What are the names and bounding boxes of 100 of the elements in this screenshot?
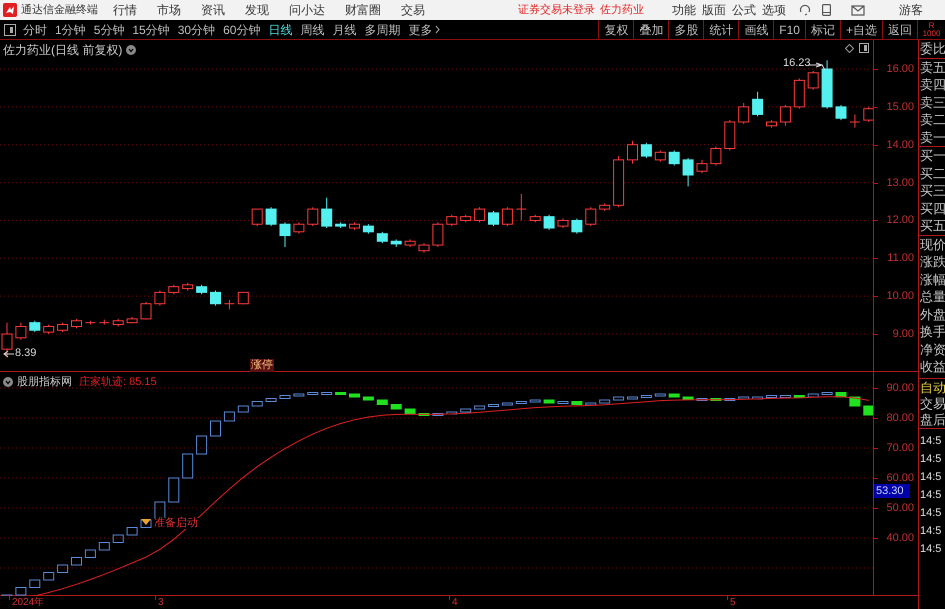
candlestick: [863, 106, 873, 122]
period-tab[interactable]: 分时: [23, 20, 47, 38]
candlestick: [196, 284, 208, 295]
menu-item[interactable]: 行情: [113, 2, 137, 18]
candlestick: [140, 301, 152, 320]
mail-icon[interactable]: [851, 4, 865, 16]
chart-title: 佐力药业(日线 前复权): [3, 42, 122, 59]
chevron-circle-icon[interactable]: [3, 377, 13, 388]
candlestick: [446, 214, 458, 227]
toolbar-button[interactable]: 多股: [668, 20, 704, 39]
limit-up-tag: 涨停: [250, 359, 274, 372]
toolbar-button[interactable]: F10: [773, 20, 805, 39]
candlestick: [460, 214, 472, 223]
quote-label: 买一: [920, 147, 945, 164]
phone-icon[interactable]: [822, 4, 831, 16]
candlestick: [280, 222, 290, 248]
mode-item[interactable]: 交易: [920, 396, 945, 412]
quote-label: 卖三: [920, 94, 945, 111]
indicator-bar: [362, 396, 374, 400]
user-label[interactable]: 游客: [899, 2, 923, 18]
menu-item[interactable]: 公式: [732, 2, 756, 18]
candlestick: [752, 91, 764, 117]
toolbar-button[interactable]: 叠加: [633, 20, 668, 39]
indicator-bar: [544, 400, 555, 404]
indicator-bar: [71, 557, 82, 566]
quote-label: 委比: [920, 40, 945, 58]
axis-label: 15.00: [886, 100, 914, 113]
quote-label: 涨幅: [920, 270, 945, 288]
candlestick: [224, 299, 235, 310]
indicator-bar: [210, 420, 221, 436]
menu-item[interactable]: 发现: [245, 2, 269, 18]
menu-item[interactable]: 选项: [762, 2, 786, 18]
toolbar-button[interactable]: 返回: [882, 20, 918, 39]
indicator-bar: [724, 398, 736, 401]
toolbar-button[interactable]: +自选: [840, 20, 882, 39]
indicator-bar: [84, 550, 96, 558]
panel-toggle-icon[interactable]: [4, 24, 16, 36]
indicator-bar: [585, 402, 596, 406]
candlestick: [252, 208, 263, 227]
toolbar-button[interactable]: 统计: [703, 20, 738, 39]
period-tab[interactable]: 60分钟: [223, 20, 260, 38]
indicator-bar: [432, 413, 444, 416]
candlestick: [530, 214, 541, 223]
period-tab[interactable]: 月线: [332, 20, 356, 38]
period-tab[interactable]: 多周期: [364, 20, 400, 38]
axis-label: 14.00: [886, 138, 914, 151]
candlestick: [488, 210, 499, 227]
candlestick: [321, 197, 332, 228]
indicator-bar: [627, 396, 638, 400]
candlestick: [516, 193, 527, 221]
period-tab[interactable]: 1分钟: [55, 20, 86, 38]
indicator-bar: [516, 401, 527, 404]
period-tab[interactable]: 周线: [300, 20, 324, 38]
candlestick: [418, 242, 430, 254]
chevron-icon[interactable]: [435, 25, 440, 34]
indicator-bar: [752, 396, 764, 400]
candlestick: [599, 202, 610, 212]
candlestick: [335, 222, 346, 228]
menu-item[interactable]: 市场: [157, 2, 181, 18]
indicator-bar: [780, 395, 791, 398]
indicator-bar: [446, 412, 458, 414]
time-label: 14:5: [920, 524, 942, 538]
menu-item[interactable]: 功能: [672, 2, 696, 18]
indicator-bar: [863, 406, 873, 416]
indicator-bar: [488, 404, 499, 407]
toolbar-button[interactable]: 标记: [804, 20, 840, 39]
indicator-bar: [696, 398, 708, 401]
menu-item[interactable]: 问小达: [289, 2, 325, 18]
candlestick: [210, 290, 221, 306]
candlestick: [432, 222, 444, 248]
toolbar-button[interactable]: 画线: [738, 20, 774, 39]
mode-item[interactable]: 自动: [920, 380, 945, 396]
period-tab[interactable]: 30分钟: [178, 20, 216, 38]
toolbar-button[interactable]: 复权: [598, 20, 634, 39]
candlestick: [98, 319, 110, 326]
indicator-bar: [766, 395, 777, 398]
menu-item[interactable]: 版面: [702, 2, 726, 18]
quote-label: 卖二: [920, 111, 945, 128]
more-button[interactable]: 更多: [408, 20, 440, 38]
indicator-bar: [238, 406, 249, 412]
indicator-bar: [460, 408, 472, 412]
panel-header-text: 1000: [922, 30, 940, 38]
panel-toggle-icon[interactable]: [859, 43, 869, 53]
candlestick: [362, 224, 374, 234]
app-logo-icon: [3, 3, 17, 17]
stock-link[interactable]: 佐力药业: [600, 2, 644, 18]
menu-item[interactable]: 财富圈: [345, 2, 381, 18]
period-tab[interactable]: 5分钟: [94, 20, 124, 38]
indicator-bar: [15, 587, 26, 596]
period-tab[interactable]: 日线: [268, 20, 292, 38]
period-tab[interactable]: 15分钟: [132, 20, 170, 38]
indicator-bar: [252, 401, 263, 406]
indicator-bar: [29, 580, 40, 588]
chevron-circle-icon[interactable]: [126, 45, 136, 55]
candlestick: [154, 290, 166, 306]
menu-item[interactable]: 交易: [401, 2, 425, 18]
candlestick: [15, 322, 26, 340]
menu-item[interactable]: 资讯: [201, 2, 225, 18]
candlestick: [794, 78, 805, 110]
candlestick: [29, 320, 40, 333]
